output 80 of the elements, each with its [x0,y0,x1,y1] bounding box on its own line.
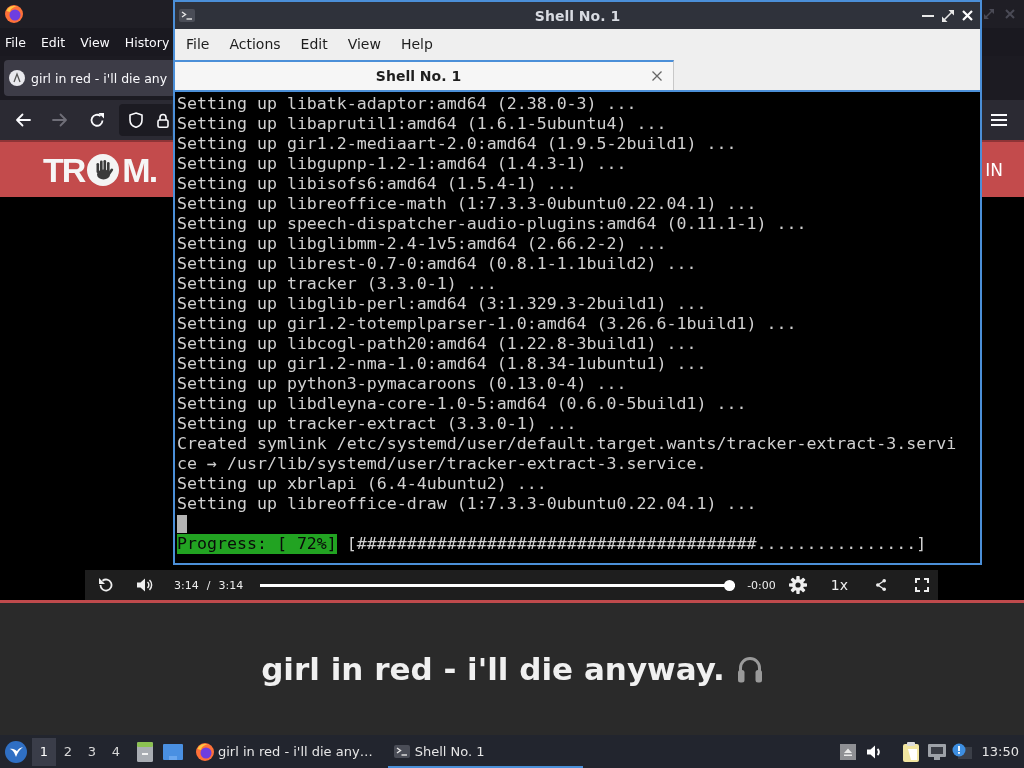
logo-text[interactable]: TR [43,151,85,188]
start-menu-icon[interactable] [5,740,27,763]
terminal-line: Setting up libaprutil1:amd64 (1.6.1-5ubuntu4) ... [177,114,667,134]
browser-tab[interactable]: girl in red - i'll die any [4,60,173,96]
volume-icon[interactable] [137,578,153,592]
browser-icon [5,5,23,23]
terminal-line: Setting up libatk-adaptor:amd64 (2.38.0-3) ... [177,94,637,114]
window-title: Shell No. 1 [533,7,622,24]
terminal-line: Setting up xbrlapi (6.4-4ubuntu2) ... [177,474,547,494]
minimize-icon[interactable] [922,14,934,17]
banner-link[interactable]: IN [985,159,1003,180]
time-elapsed: 3:14 [174,578,199,592]
terminal-line: Setting up python3-pymacaroons (0.13.0-4) ... [177,374,627,394]
shield-icon[interactable] [129,112,143,128]
logo-text[interactable]: M. [122,151,157,188]
terminal-icon [393,745,410,758]
workspace-button[interactable]: 1 [32,737,56,766]
menu-item[interactable]: File [186,35,210,52]
time-separator: / [206,578,211,592]
workspace-button[interactable]: 2 [56,737,80,766]
terminal-line: Setting up libglibmm-2.4-1v5:amd64 (2.66.2-2) ... [177,234,667,254]
terminal-line: Setting up gir1.2-nma-1.0:amd64 (1.8.34-1ubuntu1) ... [177,354,707,374]
terminal-line: ce → /usr/lib/systemd/user/tracker-extract-3.service. [177,454,707,474]
menu-icon[interactable] [991,114,1007,126]
favicon-icon [9,70,25,86]
desktop-icon[interactable] [163,743,183,760]
terminal-line: Setting up speech-dispatcher-audio-plugins:amd64 (0.11.1-1) ... [177,214,807,234]
network-icon[interactable] [927,743,946,760]
terminal-line: Setting up libreoffice-draw (1:7.3.3-0ubuntu0.22.04.1) ... [177,494,757,514]
reload-icon[interactable] [89,112,105,128]
taskbar-task[interactable]: Shell No. 1 [387,735,583,768]
terminal-icon [179,9,195,22]
headphones-icon [736,655,763,683]
eject-icon[interactable] [839,743,856,760]
cabinet-icon[interactable] [137,741,153,762]
progress-bar-text: [########################################................] [346,534,927,554]
replay-icon[interactable] [97,577,113,593]
notification-icon[interactable] [951,742,972,761]
terminal-line: Setting up libcogl-path20:amd64 (1.22.8-3build1) ... [177,334,697,354]
browser-icon [196,742,214,761]
terminal-tab[interactable]: Shell No. 1 [175,60,674,90]
menu-item[interactable]: Help [400,35,433,52]
menu-item[interactable]: Edit [40,34,66,50]
terminal-line: Setting up tracker (3.3.0-1) ... [177,274,497,294]
clipboard-icon[interactable] [902,741,921,762]
terminal-line: Setting up libglib-perl:amd64 (3:1.329.3-2build1) ... [177,294,707,314]
terminal-line: Setting up libisofs6:amd64 (1.5.4-1) ... [177,174,577,194]
terminal-line: Setting up libgupnp-1.2-1:amd64 (1.4.3-1) ... [177,154,627,174]
hand-logo-icon[interactable] [87,153,120,186]
time-duration: 3:14 [218,578,244,592]
taskbar-task[interactable]: girl in red - i'll die any… [191,735,383,768]
terminal-line: Setting up gir1.2-totemplparser-1.0:amd64 (3.26.6-1build1) ... [177,314,797,334]
settings-icon[interactable] [788,576,807,594]
menu-item[interactable]: History [124,34,170,50]
terminal-line: Setting up libreoffice-math (1:7.3.3-0ubuntu0.22.04.1) ... [177,194,757,214]
terminal-line: Setting up libdleyna-core-1.0-5:amd64 (0.6.0-5build1) ... [177,394,747,414]
menu-item[interactable]: File [5,34,26,50]
share-icon[interactable] [876,579,886,591]
workspace-button[interactable]: 3 [80,737,104,766]
lock-icon[interactable] [157,112,169,128]
address-field[interactable] [119,104,172,136]
progress-label: Progress: [ 72%] [177,534,337,554]
speed-button[interactable]: 1x [830,577,848,593]
terminal-line: Setting up librest-0.7-0:amd64 (0.8.1-1.1build2) ... [177,254,697,274]
time-remaining: -0:00 [747,578,776,592]
menu-item[interactable]: Actions [229,35,281,52]
clock[interactable]: 13:50 [981,744,1019,759]
terminal-line: Setting up gir1.2-mediaart-2.0:amd64 (1.9.5-2build1) ... [177,134,737,154]
video-title: girl in red - i'll die anyway. [261,651,725,687]
menu-item[interactable]: Edit [300,35,328,52]
fullscreen-icon[interactable] [915,578,929,592]
workspace-button[interactable]: 4 [104,737,128,766]
back-icon[interactable] [15,113,31,127]
menu-item[interactable]: View [80,34,110,50]
maximize-icon[interactable] [942,9,954,22]
terminal-line: Created symlink /etc/systemd/user/default.target.wants/tracker-extract-3.servi [177,434,957,454]
slider-thumb[interactable] [724,579,736,591]
volume-icon[interactable] [866,744,883,759]
menu-item[interactable]: View [347,35,381,52]
terminal-line: Setting up tracker-extract (3.3.0-1) ... [177,414,577,434]
